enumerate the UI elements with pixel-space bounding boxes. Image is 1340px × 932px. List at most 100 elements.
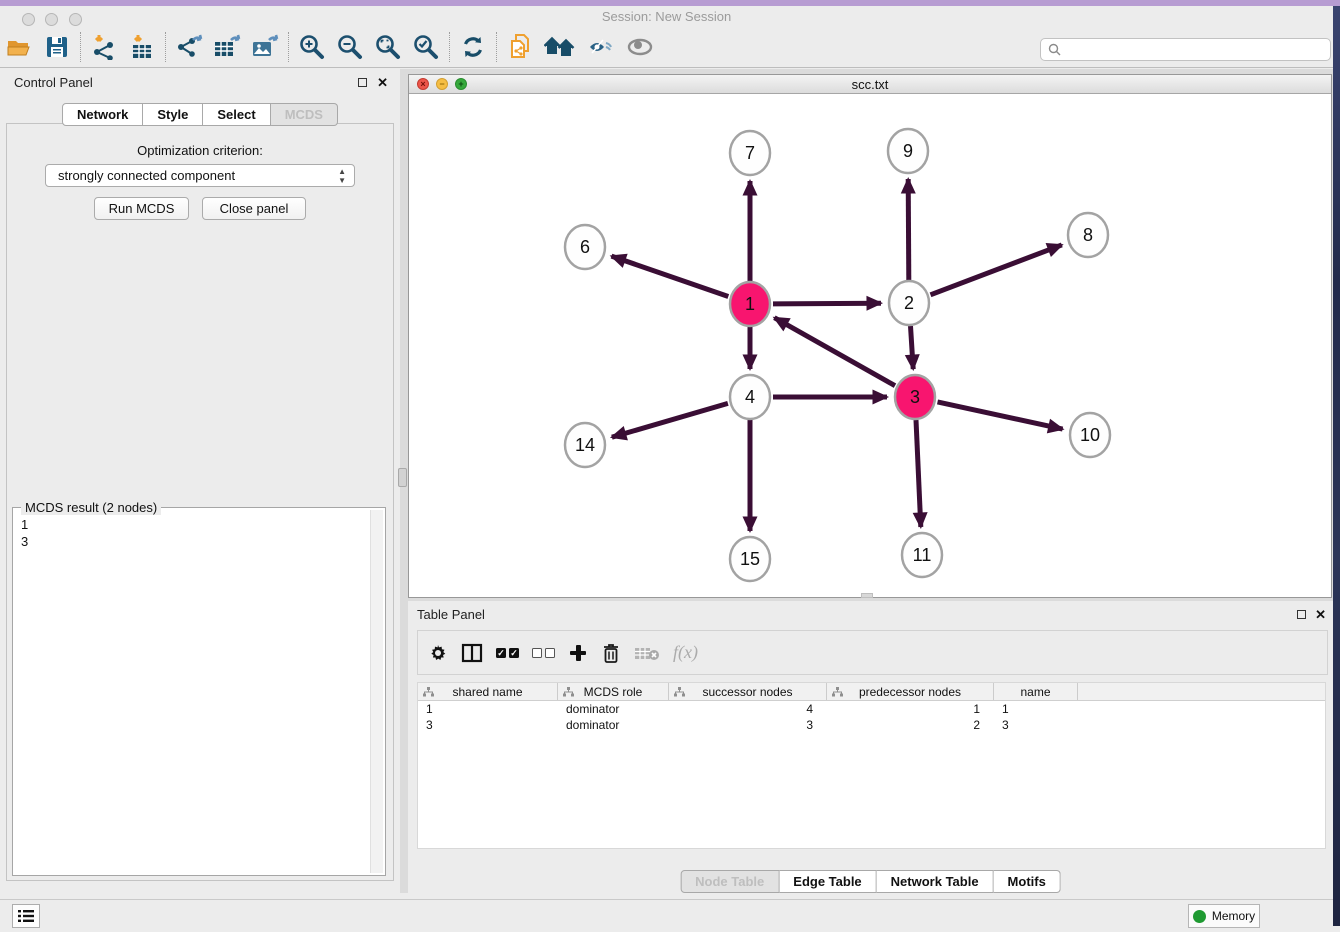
edge-1-6[interactable] — [612, 256, 729, 296]
table-close-panel-icon[interactable]: ✕ — [1315, 608, 1326, 621]
tab-mcds[interactable]: MCDS — [271, 103, 338, 126]
cell-successor-nodes[interactable]: 4 — [669, 701, 827, 717]
refresh-button[interactable] — [454, 30, 492, 64]
edge-3-10[interactable] — [938, 402, 1063, 429]
cell-predecessor-nodes[interactable]: 1 — [827, 701, 994, 717]
cell-successor-nodes[interactable]: 3 — [669, 717, 827, 733]
node-11[interactable]: 11 — [902, 533, 942, 577]
column-header-shared-name[interactable]: shared name — [418, 683, 558, 700]
tab-select[interactable]: Select — [203, 103, 270, 126]
zoom-selected-icon — [413, 34, 439, 60]
home-layout-button[interactable] — [539, 30, 583, 64]
zoom-in-icon — [299, 34, 325, 60]
export-table-button[interactable] — [208, 30, 246, 64]
task-history-button[interactable] — [12, 904, 40, 928]
cell-shared-name[interactable]: 3 — [418, 717, 558, 733]
splitter-handle[interactable] — [398, 468, 407, 487]
node-8[interactable]: 8 — [1068, 213, 1108, 257]
table-settings-button[interactable] — [428, 643, 448, 663]
close-window-icon[interactable] — [22, 13, 35, 26]
float-panel-icon[interactable] — [358, 78, 367, 87]
node-7[interactable]: 7 — [730, 131, 770, 175]
zoom-window-icon[interactable] — [69, 13, 82, 26]
cell-name[interactable]: 1 — [994, 701, 1078, 717]
node-6[interactable]: 6 — [565, 225, 605, 269]
result-scrollbar[interactable] — [370, 510, 383, 873]
edge-4-14[interactable] — [612, 403, 728, 437]
clone-network-button[interactable] — [501, 30, 539, 64]
zoom-out-button[interactable] — [331, 30, 369, 64]
column-header-successor-nodes[interactable]: successor nodes — [669, 683, 827, 700]
tab-network[interactable]: Network — [62, 103, 143, 126]
edge-3-11[interactable] — [916, 420, 921, 527]
cell-MCDS-role[interactable]: dominator — [558, 717, 669, 733]
zoom-selected-button[interactable] — [407, 30, 445, 64]
table-toolbar: ✓✓ f(x) — [417, 630, 1328, 675]
node-2[interactable]: 2 — [889, 281, 929, 325]
edge-2-9[interactable] — [908, 179, 909, 280]
criterion-select[interactable]: strongly connected component ▲▼ — [45, 164, 355, 187]
tab-motifs[interactable]: Motifs — [994, 870, 1061, 893]
column-view-button[interactable] — [461, 643, 483, 663]
tab-edge-table[interactable]: Edge Table — [779, 870, 876, 893]
show-all-button[interactable] — [621, 30, 659, 64]
edge-2-3[interactable] — [911, 326, 914, 369]
open-session-button[interactable] — [0, 30, 38, 64]
column-header-MCDS-role[interactable]: MCDS role — [558, 683, 669, 700]
mcds-result-group: MCDS result (2 nodes) 1 3 — [12, 507, 386, 876]
zoom-in-button[interactable] — [293, 30, 331, 64]
node-1[interactable]: 1 — [730, 282, 770, 326]
tab-node-table[interactable]: Node Table — [680, 870, 779, 893]
search-input[interactable] — [1066, 42, 1330, 57]
hide-selected-button[interactable] — [583, 30, 621, 64]
close-panel-icon[interactable]: ✕ — [377, 76, 388, 89]
table-row[interactable]: 1dominator411 — [418, 701, 1325, 717]
table-float-panel-icon[interactable] — [1297, 610, 1306, 619]
close-panel-button[interactable]: Close panel — [202, 197, 306, 220]
search-box[interactable] — [1040, 38, 1331, 61]
node-4[interactable]: 4 — [730, 375, 770, 419]
edge-2-8[interactable] — [931, 245, 1062, 295]
column-header-predecessor-nodes[interactable]: predecessor nodes — [827, 683, 994, 700]
delete-table-button[interactable] — [634, 644, 660, 662]
edge-3-1[interactable] — [774, 318, 895, 386]
cell-shared-name[interactable]: 1 — [418, 701, 558, 717]
cell-MCDS-role[interactable]: dominator — [558, 701, 669, 717]
run-mcds-button[interactable]: Run MCDS — [94, 197, 189, 220]
export-image-button[interactable] — [246, 30, 284, 64]
table-row[interactable]: 3dominator323 — [418, 717, 1325, 733]
minimize-window-icon[interactable] — [45, 13, 58, 26]
column-header-name[interactable]: name — [994, 683, 1078, 700]
import-table-button[interactable] — [123, 30, 161, 64]
cell-predecessor-nodes[interactable]: 2 — [827, 717, 994, 733]
node-15[interactable]: 15 — [730, 537, 770, 581]
tab-style[interactable]: Style — [143, 103, 203, 126]
tab-network-table[interactable]: Network Table — [877, 870, 994, 893]
network-resize-grip[interactable] — [861, 593, 873, 598]
zoom-fit-button[interactable] — [369, 30, 407, 64]
deselect-all-button[interactable] — [532, 648, 555, 658]
delete-column-button[interactable] — [601, 642, 621, 664]
edge-1-2[interactable] — [773, 303, 881, 304]
trash-icon — [601, 642, 621, 664]
plus-icon — [568, 643, 588, 663]
network-window: × − + scc.txt 7968124314101511 — [408, 74, 1332, 598]
clone-network-icon — [507, 33, 533, 61]
column-label: successor nodes — [702, 685, 792, 699]
criterion-value: strongly connected component — [58, 168, 235, 183]
network-canvas-svg[interactable]: 7 9 6 8 1 2 4 3 14 10 15 11 — [409, 94, 1331, 597]
save-session-button[interactable] — [38, 30, 76, 64]
import-network-button[interactable] — [85, 30, 123, 64]
cell-name[interactable]: 3 — [994, 717, 1078, 733]
node-9[interactable]: 9 — [888, 129, 928, 173]
node-10[interactable]: 10 — [1070, 413, 1110, 457]
node-3[interactable]: 3 — [895, 375, 935, 419]
node-14[interactable]: 14 — [565, 423, 605, 467]
export-network-button[interactable] — [170, 30, 208, 64]
function-builder-button[interactable]: f(x) — [673, 642, 698, 663]
memory-button[interactable]: Memory — [1188, 904, 1260, 928]
add-column-button[interactable] — [568, 643, 588, 663]
node-label: 11 — [913, 545, 932, 565]
select-all-button[interactable]: ✓✓ — [496, 648, 519, 658]
unchecked-box-icon — [545, 648, 555, 658]
